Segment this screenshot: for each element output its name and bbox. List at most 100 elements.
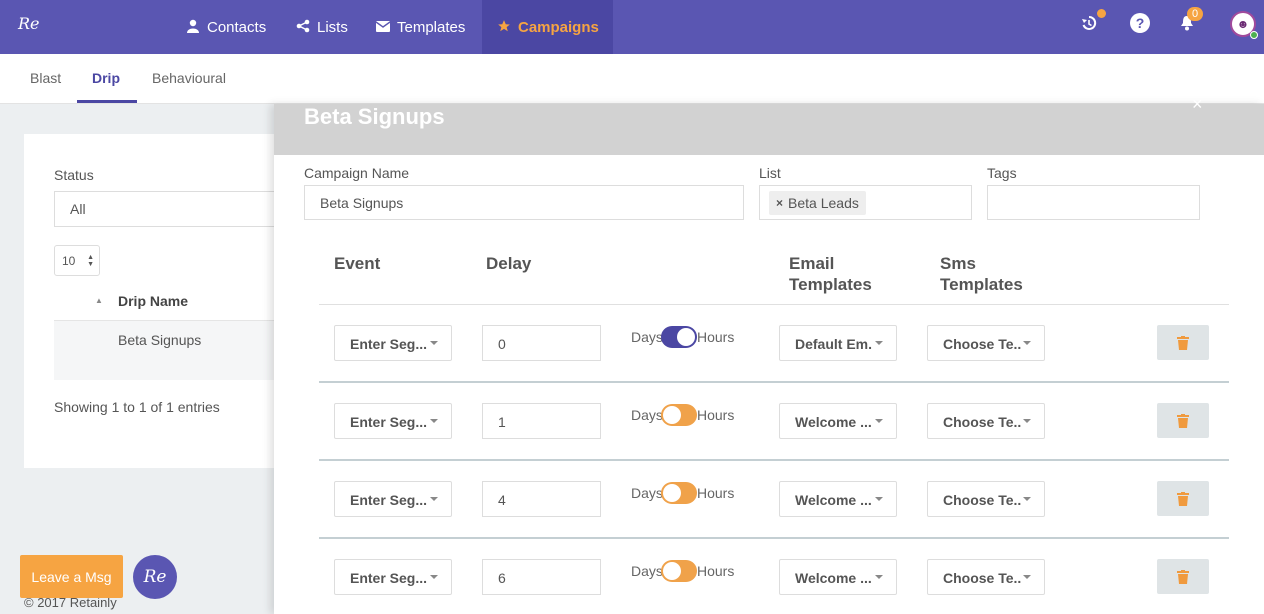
- chevron-down-icon: [1023, 497, 1031, 501]
- notification-count-badge: 0: [1187, 7, 1204, 21]
- trash-icon: [1177, 491, 1189, 506]
- toggle-days-label: Days: [631, 329, 663, 345]
- column-delay: Delay: [486, 254, 532, 273]
- event-select[interactable]: Enter Seg...: [334, 403, 452, 439]
- event-value: Enter Seg...: [350, 570, 428, 586]
- list-tag-label: Beta Leads: [788, 195, 859, 211]
- nav-campaigns-label: Campaigns: [518, 18, 599, 36]
- chat-avatar[interactable]: Re: [133, 555, 177, 599]
- delete-step-button[interactable]: [1157, 481, 1209, 516]
- toggle-knob: [663, 484, 681, 502]
- sms-template-select[interactable]: Choose Te..: [927, 403, 1045, 439]
- column-email-line1: Email: [789, 254, 835, 273]
- list-select[interactable]: × Beta Leads: [759, 185, 972, 220]
- app-logo[interactable]: Re: [18, 14, 40, 33]
- chevron-down-icon: [430, 575, 438, 579]
- spinner-arrows-icon: ▲ ▼: [87, 254, 94, 268]
- column-sms-line2: Templates: [940, 275, 1023, 294]
- event-value: Enter Seg...: [350, 414, 428, 430]
- toggle-hours-label: Hours: [697, 563, 735, 579]
- days-hours-toggle[interactable]: [661, 326, 697, 348]
- event-select[interactable]: Enter Seg...: [334, 559, 452, 595]
- delay-input[interactable]: 1: [482, 403, 601, 439]
- delay-input[interactable]: 0: [482, 325, 601, 361]
- column-email-line2: Templates: [789, 275, 872, 294]
- chevron-down-icon: [875, 341, 883, 345]
- toggle-hours-label: Hours: [697, 329, 735, 345]
- nav-lists[interactable]: Lists: [295, 0, 348, 54]
- sms-template-value: Choose Te..: [943, 414, 1022, 430]
- table-header: ▲ Drip Name: [54, 286, 284, 321]
- column-sms-templates: Sms Templates: [940, 253, 1023, 295]
- email-template-select[interactable]: Welcome ...: [779, 403, 897, 439]
- history-badge: [1097, 9, 1106, 18]
- days-hours-toggle[interactable]: [661, 482, 697, 504]
- trash-icon: [1177, 413, 1189, 428]
- campaign-name-label: Campaign Name: [304, 165, 410, 181]
- remove-tag-icon[interactable]: ×: [776, 196, 783, 210]
- tab-blast[interactable]: Blast: [30, 70, 61, 86]
- sms-template-value: Choose Te..: [943, 570, 1022, 586]
- campaign-name-input[interactable]: Beta Signups: [304, 185, 744, 220]
- pagination-info: Showing 1 to 1 of 1 entries: [54, 399, 220, 415]
- chevron-down-icon: [1023, 419, 1031, 423]
- tab-behavioural[interactable]: Behavioural: [152, 70, 226, 86]
- event-select[interactable]: Enter Seg...: [334, 325, 452, 361]
- chevron-down-icon: [875, 419, 883, 423]
- leave-message-button[interactable]: Leave a Msg: [20, 555, 123, 598]
- event-value: Enter Seg...: [350, 336, 428, 352]
- delete-step-button[interactable]: [1157, 403, 1209, 438]
- days-hours-toggle[interactable]: [661, 560, 697, 582]
- email-template-select[interactable]: Default Em.: [779, 325, 897, 361]
- delete-step-button[interactable]: [1157, 325, 1209, 360]
- delete-step-button[interactable]: [1157, 559, 1209, 594]
- user-icon: [185, 19, 201, 36]
- column-email-templates: Email Templates: [789, 253, 872, 295]
- campaign-subtabs: Blast Drip Behavioural: [0, 54, 1264, 104]
- days-hours-toggle[interactable]: [661, 404, 697, 426]
- sms-template-select[interactable]: Choose Te..: [927, 559, 1045, 595]
- column-event: Event: [334, 254, 381, 273]
- list-label: List: [759, 165, 781, 181]
- sms-template-select[interactable]: Choose Te..: [927, 325, 1045, 361]
- nav-contacts[interactable]: Contacts: [185, 0, 266, 54]
- toggle-knob: [663, 562, 681, 580]
- toggle-knob: [677, 328, 695, 346]
- event-select[interactable]: Enter Seg...: [334, 481, 452, 517]
- nav-templates-label: Templates: [397, 18, 466, 36]
- nav-campaigns[interactable]: Campaigns: [482, 0, 613, 54]
- sms-template-select[interactable]: Choose Te..: [927, 481, 1045, 517]
- help-icon[interactable]: ?: [1130, 13, 1150, 33]
- panel-title: Beta Signups: [304, 104, 445, 129]
- nav-templates[interactable]: Templates: [375, 0, 465, 54]
- active-tab-indicator: [77, 100, 137, 103]
- table-row[interactable]: Beta Signups: [54, 321, 284, 380]
- header-divider: [319, 304, 1229, 305]
- chevron-down-icon: [875, 497, 883, 501]
- email-template-select[interactable]: Welcome ...: [779, 559, 897, 595]
- tags-input[interactable]: [987, 185, 1200, 220]
- row-divider: [319, 381, 1229, 383]
- email-template-select[interactable]: Welcome ...: [779, 481, 897, 517]
- top-navbar: Re Contacts Lists Templates Campaigns ? …: [0, 0, 1264, 54]
- share-icon: [295, 19, 311, 36]
- history-icon[interactable]: [1081, 15, 1097, 36]
- column-header-drip-name[interactable]: Drip Name: [118, 293, 188, 309]
- close-icon[interactable]: ×: [1192, 94, 1203, 115]
- sort-asc-icon[interactable]: ▲: [95, 296, 103, 305]
- email-template-value: Welcome ...: [795, 414, 872, 430]
- online-status-dot: [1250, 31, 1258, 39]
- chevron-down-icon: [430, 497, 438, 501]
- nav-lists-label: Lists: [317, 18, 348, 36]
- status-filter-select[interactable]: All: [54, 191, 294, 227]
- tab-drip[interactable]: Drip: [92, 70, 120, 86]
- email-template-value: Welcome ...: [795, 570, 872, 586]
- chevron-down-icon: [430, 341, 438, 345]
- chevron-down-icon: [1023, 575, 1031, 579]
- page-length-select[interactable]: 10 ▲ ▼: [54, 245, 100, 276]
- sms-template-value: Choose Te..: [943, 492, 1022, 508]
- delay-input[interactable]: 4: [482, 481, 601, 517]
- row-divider: [319, 537, 1229, 539]
- delay-input[interactable]: 6: [482, 559, 601, 595]
- column-sms-line1: Sms: [940, 254, 976, 273]
